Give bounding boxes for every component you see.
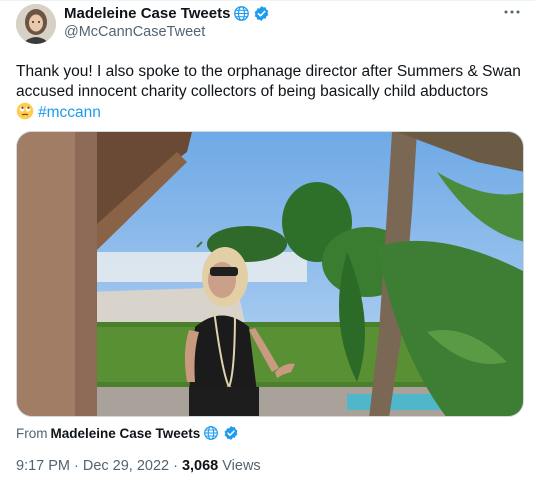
avatar[interactable] (16, 4, 56, 44)
woman-on-patio-video-icon (17, 132, 523, 416)
from-label: From (16, 426, 48, 441)
source-row: From Madeleine Case Tweets (16, 425, 240, 442)
globe-icon (233, 5, 250, 22)
more-options-icon[interactable] (501, 3, 523, 21)
tweet-time[interactable]: 9:17 PM (16, 458, 70, 474)
hashtag-link[interactable]: #mccann (38, 104, 101, 121)
meta-separator: · (74, 458, 79, 474)
verified-icon (223, 425, 240, 442)
globe-icon (203, 425, 220, 442)
face-with-rolling-eyes-icon (16, 102, 34, 120)
source-name-link[interactable]: Madeleine Case Tweets (51, 426, 201, 441)
author-name-row: Madeleine Case Tweets (64, 5, 270, 22)
tweet-text: Thank you! I also spoke to the orphanage… (16, 62, 521, 123)
author-handle[interactable]: @McCannCaseTweet (64, 24, 205, 40)
video-media[interactable] (16, 131, 524, 417)
views-label: Views (222, 458, 261, 474)
views-count: 3,068 (181, 458, 219, 474)
tweet-meta: 9:17 PM · Dec 29, 2022 · 3,068 Views (16, 458, 261, 474)
tweet-body: Thank you! I also spoke to the orphanage… (16, 63, 521, 100)
tweet-card: Madeleine Case Tweets @McCannCaseTweet T… (0, 0, 535, 488)
author-display-name[interactable]: Madeleine Case Tweets (64, 5, 230, 22)
verified-icon (253, 5, 270, 22)
meta-separator: · (173, 458, 178, 474)
tweet-date[interactable]: Dec 29, 2022 (83, 458, 169, 474)
profile-photo-icon (16, 4, 56, 44)
divider (0, 0, 535, 1)
